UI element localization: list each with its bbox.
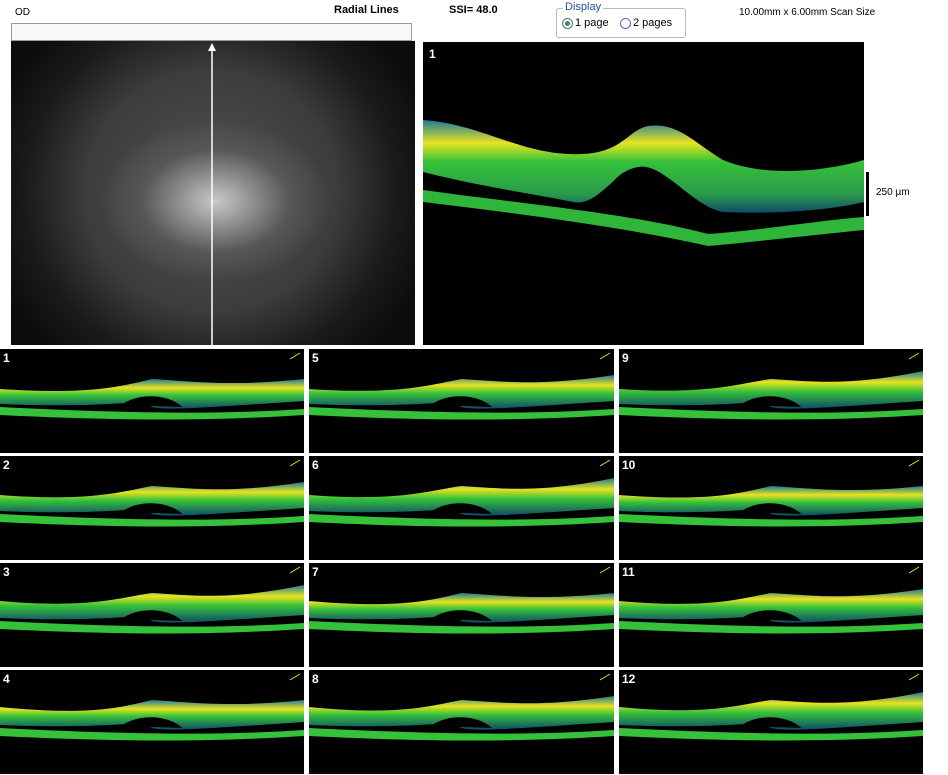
thumbnail-bscan-svg [0,673,304,741]
thumbnail-bscan-svg [309,459,614,527]
main-bscan-image[interactable]: 1 [423,42,864,345]
rpe-layer [619,407,923,420]
radial-scan-thumbnail[interactable]: 11 [619,563,923,667]
radial-scan-thumbnail[interactable]: 2 [0,456,304,560]
direction-arrow-icon [599,352,611,360]
radial-scan-thumbnail[interactable]: 1 [0,349,304,453]
radial-scan-thumbnail[interactable]: 10 [619,456,923,560]
direction-arrow-icon [908,459,920,467]
rpe-layer [619,728,923,741]
thumbnail-scan-number: 5 [312,351,319,365]
scan-direction-arrow-icon [208,43,216,51]
radial-scan-thumbnail[interactable]: 4 [0,670,304,774]
thumbnail-bscan-svg [619,673,923,741]
thumbnail-scan-number: 7 [312,565,319,579]
scale-bar [866,172,869,216]
radial-scan-thumbnail[interactable]: 7 [309,563,614,667]
scan-type-title: Radial Lines [334,4,399,16]
radial-scan-thumbnail[interactable]: 9 [619,349,923,453]
rpe-layer [0,407,304,420]
direction-arrow-icon [289,673,301,681]
radio-unselected-icon[interactable] [620,17,631,29]
direction-arrow-icon [908,352,920,360]
thumbnail-scan-number: 12 [622,672,636,686]
eye-label: OD [15,7,30,18]
scan-line-overlay [208,43,216,345]
thumbnail-bscan-svg [0,352,304,420]
thumbnail-scan-number: 9 [622,351,629,365]
scale-bar-label: 250 µm [876,187,910,198]
fundus-header-bar [11,23,412,41]
rpe-layer [309,621,614,634]
thumbnail-bscan-svg [309,566,614,634]
thumbnail-bscan-svg [619,352,923,420]
rpe-layer [309,407,614,420]
direction-arrow-icon [289,566,301,574]
thumbnail-bscan-svg [0,566,304,634]
signal-strength-index: SSI= 48.0 [449,4,498,16]
thumbnail-scan-number: 1 [3,351,10,365]
radio-selected-icon[interactable] [562,17,573,29]
rpe-layer [309,514,614,527]
thumbnail-scan-number: 4 [3,672,10,686]
direction-arrow-icon [289,459,301,467]
direction-arrow-icon [599,459,611,467]
thumbnail-scan-number: 8 [312,672,319,686]
thumbnail-bscan-svg [309,352,614,420]
main-bscan-svg [423,120,864,246]
thumbnail-bscan-svg [0,459,304,527]
display-legend: Display [563,1,604,13]
rpe-layer [619,514,923,527]
rpe-layer [0,621,304,634]
thumbnail-bscan-svg [309,673,614,741]
main-scan-number: 1 [429,47,436,61]
thumbnail-scan-number: 3 [3,565,10,579]
rpe-layer [619,621,923,634]
radial-scan-thumbnail[interactable]: 8 [309,670,614,774]
fundus-image[interactable] [11,41,415,345]
rpe-layer [0,514,304,527]
display-1-page-label: 1 page [575,17,609,29]
rpe-layer [0,728,304,741]
radial-scan-thumbnail[interactable]: 6 [309,456,614,560]
thumbnail-scan-number: 11 [622,565,635,579]
radial-scan-thumbnail[interactable]: 5 [309,349,614,453]
display-2-pages-radio[interactable]: 2 pages [620,17,672,29]
direction-arrow-icon [908,566,920,574]
display-2-pages-label: 2 pages [633,17,673,29]
radial-scan-thumbnail[interactable]: 3 [0,563,304,667]
direction-arrow-icon [289,352,301,360]
direction-arrow-icon [599,673,611,681]
thumbnail-scan-number: 6 [312,458,319,472]
thumbnail-bscan-svg [619,566,923,634]
scan-size-label: 10.00mm x 6.00mm Scan Size [739,7,876,18]
display-1-page-radio[interactable]: 1 page [562,17,609,29]
thumbnail-scan-number: 10 [622,458,636,472]
direction-arrow-icon [599,566,611,574]
thumbnail-bscan-svg [619,459,923,527]
rpe-layer [309,728,614,741]
radial-scan-thumbnail[interactable]: 12 [619,670,923,774]
direction-arrow-icon [908,673,920,681]
thumbnail-scan-number: 2 [3,458,10,472]
